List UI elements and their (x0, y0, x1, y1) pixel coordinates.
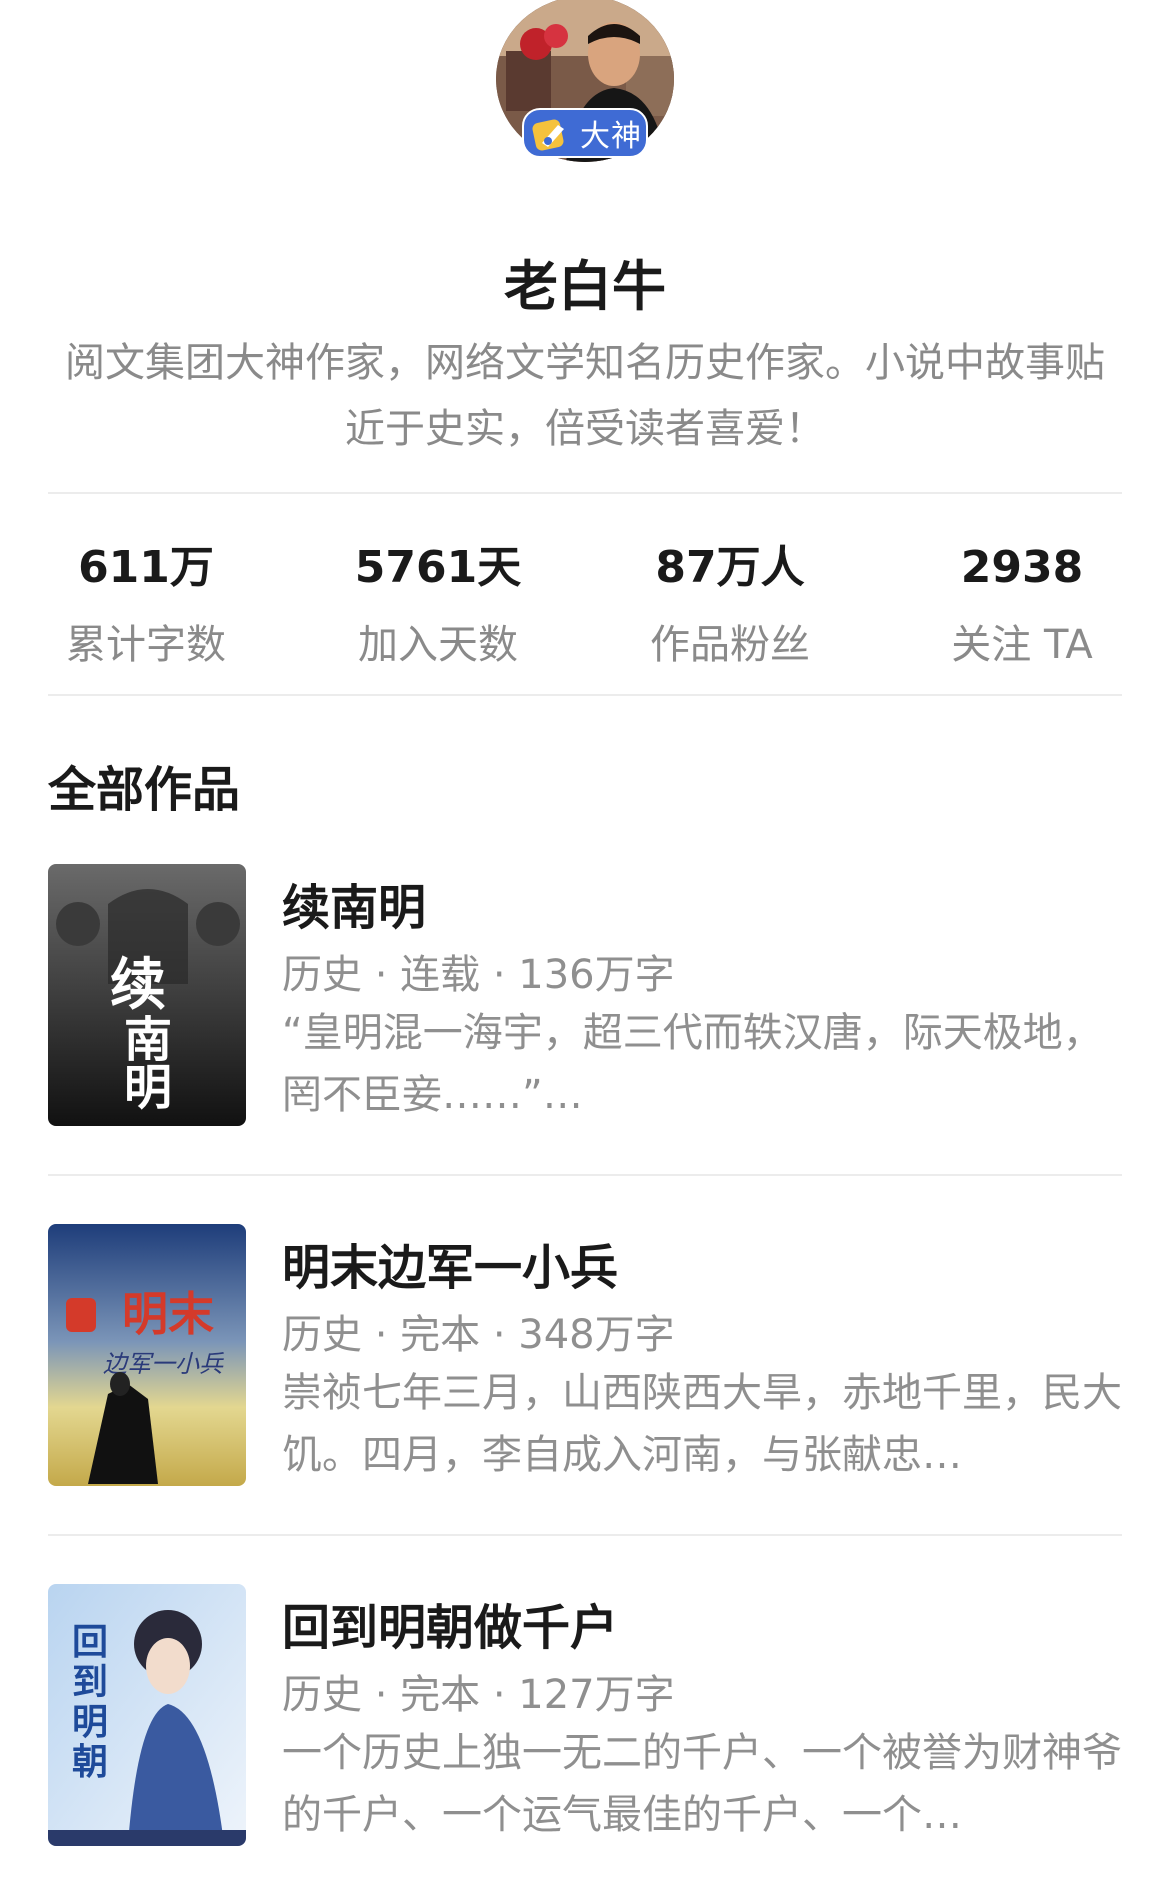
stat-value: 611万 (78, 542, 214, 593)
cover-title-text: 续 (110, 952, 166, 1018)
stat-days-joined: 5761天 加入天数 (292, 538, 584, 670)
author-stats: 611万 累计字数 5761天 加入天数 87万人 作品粉丝 2938 关注 T… (0, 538, 1170, 688)
divider (48, 694, 1122, 696)
book-meta: 历史 · 完本 · 127万字 (282, 1672, 675, 1718)
stat-fans: 87万人 作品粉丝 (584, 538, 876, 670)
stat-total-words: 611万 累计字数 (0, 538, 292, 670)
author-avatar-container: 大神 (496, 0, 674, 166)
book-meta: 历史 · 连载 · 136万字 (282, 952, 675, 998)
book-cover[interactable]: 明末 边军一小兵 (48, 1224, 246, 1486)
svg-text:明: 明 (72, 1701, 108, 1743)
stat-label: 加入天数 (358, 622, 518, 668)
svg-text:明末: 明末 (122, 1287, 214, 1341)
book-cover[interactable]: 回 到 明 朝 (48, 1584, 246, 1846)
book-item[interactable]: 续 南 明 续南明 历史 · 连载 · 136万字 “皇明混一海宇，超三代而轶汉… (48, 864, 1122, 1126)
stat-label: 作品粉丝 (650, 622, 810, 668)
stat-following[interactable]: 2938 关注 TA (876, 538, 1168, 670)
svg-text:朝: 朝 (72, 1741, 108, 1783)
book-cover[interactable]: 续 南 明 (48, 864, 246, 1126)
author-bio: 阅文集团大神作家，网络文学知名历史作家。小说中故事贴近于史实，倍受读者喜爱！ (65, 340, 1105, 452)
book-meta: 历史 · 完本 · 348万字 (282, 1312, 675, 1358)
book-description: “皇明混一海宇，超三代而轶汉唐，际天极地，罔不臣妾……”… (282, 1010, 1103, 1118)
book-item[interactable]: 明末 边军一小兵 明末边军一小兵 历史 · 完本 · 348万字 崇祯七年三月，… (48, 1224, 1122, 1486)
svg-text:明: 明 (124, 1060, 172, 1116)
divider (48, 492, 1122, 494)
book-title: 明末边军一小兵 (282, 1240, 619, 1296)
divider (48, 1174, 1122, 1176)
book-description: 崇祯七年三月，山西陕西大旱，赤地千里，民大饥。四月，李自成入河南，与张献忠… (282, 1370, 1122, 1478)
section-title-all-works: 全部作品 (48, 762, 241, 818)
book-description: 一个历史上独一无二的千户、一个被誉为财神爷的千户、一个运气最佳的千户、一个… (282, 1730, 1122, 1838)
stat-value: 2938 (960, 542, 1084, 593)
stat-label: 累计字数 (66, 622, 226, 668)
svg-text:回: 回 (72, 1621, 108, 1663)
stat-label: 关注 TA (951, 622, 1093, 668)
book-title: 续南明 (282, 880, 427, 936)
badge-label: 大神 (580, 119, 642, 154)
quill-pen-icon (532, 119, 564, 151)
book-item[interactable]: 回 到 明 朝 回到明朝做千户 历史 · 完本 · 127万字 一个历史上独一无… (48, 1584, 1122, 1846)
divider (48, 1534, 1122, 1536)
stat-value: 87万人 (655, 542, 805, 593)
book-title: 回到明朝做千户 (282, 1600, 619, 1656)
great-god-badge: 大神 (522, 108, 648, 158)
svg-text:到: 到 (72, 1661, 108, 1703)
stat-value: 5761天 (354, 542, 522, 593)
author-name: 老白牛 (504, 255, 666, 318)
